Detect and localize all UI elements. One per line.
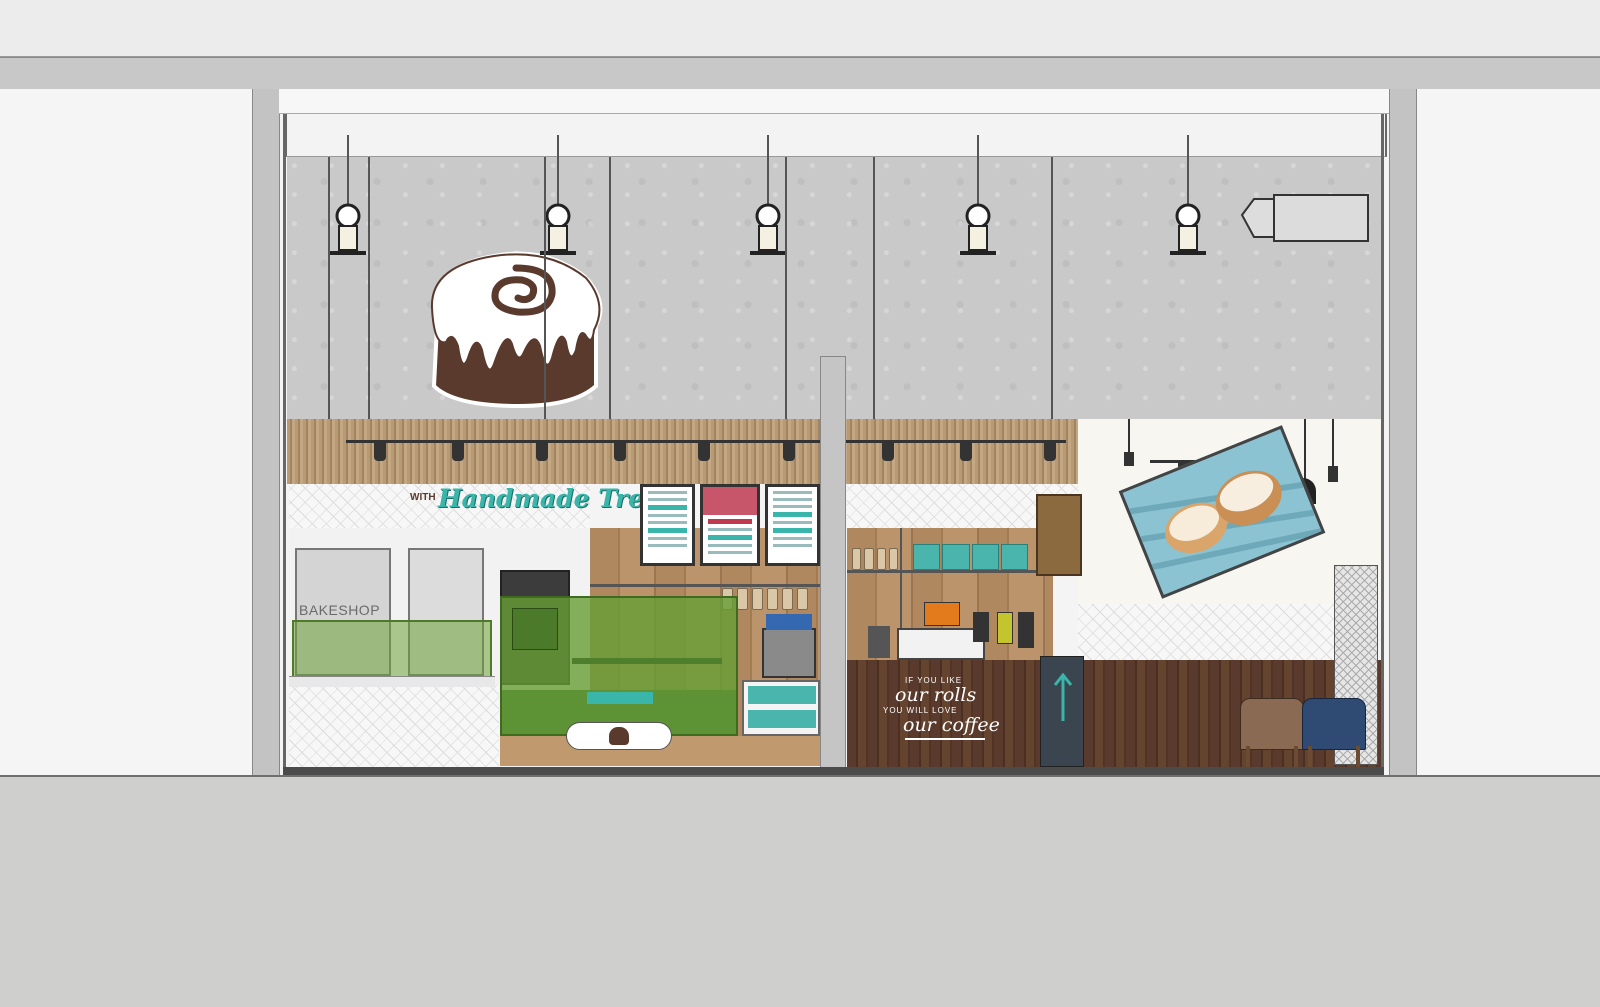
product-box <box>748 710 816 728</box>
logo-plaque <box>566 722 672 750</box>
jar <box>797 588 808 610</box>
ceiling-fascia <box>285 114 1387 157</box>
track-spotlight-icon <box>783 443 795 461</box>
storefront-frame-left <box>283 114 286 775</box>
menu-board <box>765 484 820 566</box>
espresso-machine <box>897 628 985 660</box>
track-spotlight-icon <box>452 443 464 461</box>
display-panel <box>512 608 558 650</box>
jar <box>737 588 748 610</box>
pickup-panel <box>1040 656 1084 767</box>
pastry-display <box>742 680 820 736</box>
teal-box-row <box>913 544 1028 570</box>
track-spotlight-icon <box>536 443 548 461</box>
coffee-machine <box>762 628 816 678</box>
ceiling-band <box>0 0 1600 57</box>
track-spotlight-icon <box>1044 443 1056 461</box>
pendant-lamp-icon <box>328 202 368 260</box>
arrow-up-icon <box>1051 672 1075 723</box>
upper-bulkhead <box>279 89 1389 114</box>
jar <box>767 588 778 610</box>
handmade-treats-sign: WITH Handmade Treats <box>408 484 686 520</box>
hanging-rod <box>1051 157 1053 447</box>
pendant-lamp-icon <box>1168 202 1208 260</box>
hvac-unit <box>1240 193 1370 243</box>
track-spotlight-icon <box>698 443 710 461</box>
wall-shelf <box>590 584 820 587</box>
pendant-cord <box>1187 135 1189 205</box>
blender <box>1018 612 1034 648</box>
jar <box>752 588 763 610</box>
hanging-rod <box>1304 419 1306 479</box>
right-column <box>1389 89 1417 775</box>
track-spotlight-icon <box>960 443 972 461</box>
wall-panel <box>1036 494 1082 576</box>
hanging-rod <box>544 157 546 447</box>
slogan-line-4: our coffee <box>903 714 1000 736</box>
floor-section <box>0 775 1600 1007</box>
pendant-lamp-icon <box>958 202 998 260</box>
center-post <box>820 356 846 776</box>
tile-base-left <box>289 685 499 767</box>
slogan-line-2: our rolls <box>895 684 977 706</box>
teal-drawer <box>587 692 653 704</box>
track-spotlight-icon <box>882 443 894 461</box>
product-box <box>748 686 816 704</box>
hanging-rod <box>609 157 611 447</box>
grinder <box>973 612 989 642</box>
hanging-rod <box>785 157 787 447</box>
pendant-cord <box>977 135 979 205</box>
soffit-beam <box>0 57 1600 90</box>
pendant-cord <box>557 135 559 205</box>
sign-prefix: WITH <box>410 492 436 503</box>
blender <box>997 612 1013 644</box>
bakeshop-label: BAKESHOP <box>299 602 381 618</box>
grinder <box>924 602 960 626</box>
product-box <box>913 544 941 570</box>
chair-navy <box>1302 698 1366 750</box>
coffee-counter: IF YOU LIKE our rolls YOU WILL LOVE our … <box>847 660 1042 767</box>
hanging-rod <box>873 157 875 447</box>
hanging-rod <box>368 157 370 447</box>
floor-baseline <box>283 767 1384 775</box>
slogan-underline <box>905 738 985 740</box>
cup-stack <box>868 626 890 658</box>
jar <box>782 588 793 610</box>
menu-board <box>700 484 760 566</box>
track-spotlight-icon <box>1328 466 1338 482</box>
pendant-cord <box>767 135 769 205</box>
chair-brown <box>1240 698 1304 750</box>
track-spotlight-icon <box>374 443 386 461</box>
cinnamon-roll-icon <box>609 727 629 745</box>
glass-display-case <box>500 596 738 736</box>
pendant-lamp-icon <box>748 202 788 260</box>
right-side-wall <box>1415 89 1600 775</box>
jar <box>876 548 886 570</box>
cinnamon-roll-icon <box>424 246 606 409</box>
display-shelf <box>572 658 722 664</box>
machine-hopper <box>766 614 812 630</box>
left-column <box>252 89 280 775</box>
product-box <box>971 544 999 570</box>
left-side-wall <box>0 89 252 775</box>
wall-shelf <box>847 570 1053 573</box>
jar <box>852 548 862 570</box>
hanging-rod <box>1332 419 1334 469</box>
storefront-frame-right <box>1381 114 1384 775</box>
product-box <box>1000 544 1028 570</box>
track-spotlight-icon <box>1124 452 1134 466</box>
counter-ledge <box>289 676 495 687</box>
pendant-cord <box>347 135 349 205</box>
tile-wall-right <box>1078 604 1334 660</box>
jar <box>888 548 898 570</box>
menu-board <box>640 484 695 566</box>
product-box <box>942 544 970 570</box>
track-spotlight-icon <box>614 443 626 461</box>
jar-row <box>852 548 898 570</box>
glass-partition-left <box>292 620 492 678</box>
jar <box>864 548 874 570</box>
